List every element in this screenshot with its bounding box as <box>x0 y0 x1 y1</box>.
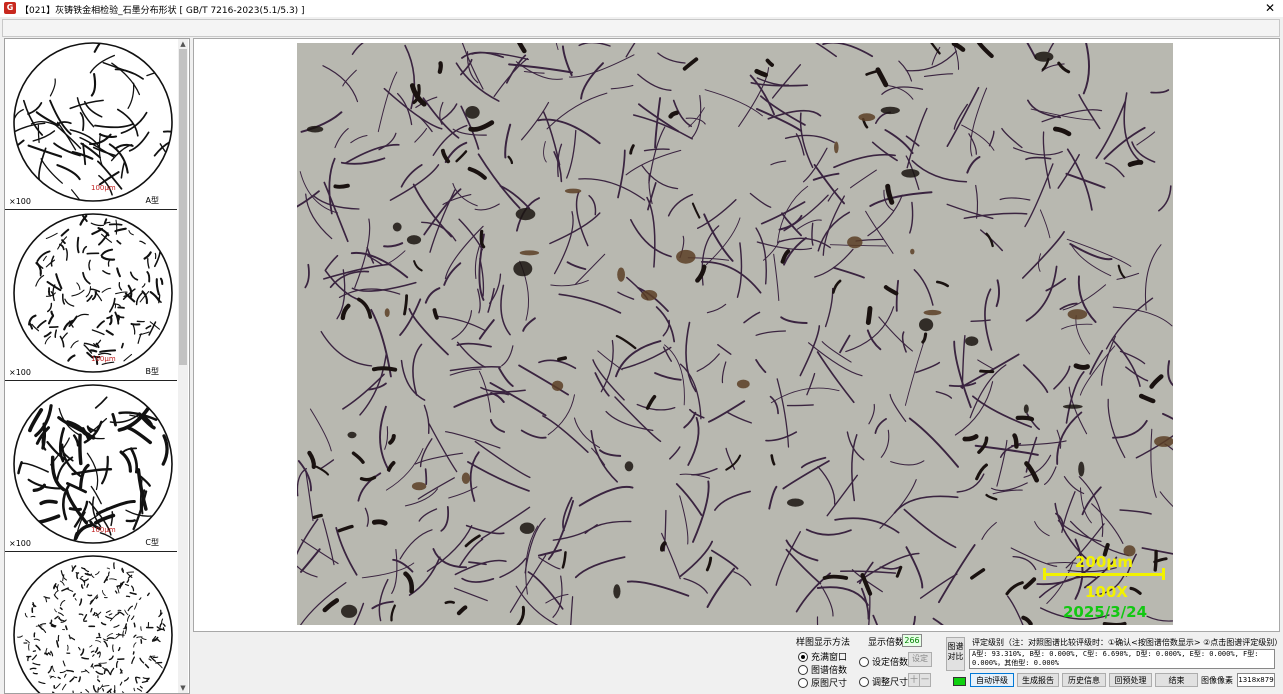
history-info-button[interactable]: 历史信息 <box>1062 673 1106 687</box>
radio-label: 充满窗口 <box>811 653 848 663</box>
atlas-compare-button[interactable]: 图谱对比 <box>946 637 965 671</box>
image-pixels-value: 1318x879 <box>1237 673 1275 687</box>
atlas-thumbnail-b[interactable]: 100μm ×100 B型 <box>5 210 177 381</box>
radio-fill-window[interactable]: 充满窗口 <box>798 650 847 663</box>
scrollbar-thumb[interactable] <box>179 49 187 365</box>
atlas-thumbnail-c[interactable]: 100μm ×100 C型 <box>5 381 177 552</box>
radio-original-size[interactable]: 原图尺寸 <box>798 676 847 689</box>
grading-result-line-2: 0.000%，其他型: 0.000% <box>972 659 1060 667</box>
thumbnail-scale: 100μm <box>91 355 116 363</box>
radio-label: 调整尺寸 <box>872 678 909 688</box>
radio-atlas-magnification[interactable]: 图谱倍数 <box>798 663 847 676</box>
thumbnail-magnification: ×100 <box>9 368 31 377</box>
radio-adjust-size[interactable]: 调整尺寸 <box>859 675 908 688</box>
radio-label: 设定倍数 <box>872 658 909 668</box>
set-magnification-button[interactable]: 设定 <box>908 652 932 667</box>
status-led <box>953 677 966 686</box>
radio-indicator[interactable] <box>798 651 808 662</box>
radio-indicator[interactable] <box>859 656 869 667</box>
radio-indicator[interactable] <box>798 664 808 675</box>
thumbnail-scale: 100μm <box>91 184 116 192</box>
magnification-value: 266 <box>902 634 922 647</box>
radio-indicator[interactable] <box>859 676 869 687</box>
scale-bar-left-tick <box>1043 568 1046 580</box>
thumbnail-scale: 100μm <box>91 526 116 534</box>
date-overlay: 2025/3/24 <box>1063 603 1148 621</box>
radio-label: 原图尺寸 <box>811 679 848 689</box>
image-pixels-label: 图像像素 <box>1201 676 1233 685</box>
grading-result-line-1: A型: 93.310%, B型: 0.000%, C型: 6.690%, D型:… <box>972 650 1259 658</box>
micrograph-image[interactable]: 200μm 100X 2025/3/24 <box>297 43 1173 625</box>
finish-button[interactable]: 结束 <box>1155 673 1198 687</box>
thumbnail-type-label: A型 <box>145 196 159 205</box>
radio-set-magnification[interactable]: 设定倍数 <box>859 655 908 668</box>
decrease-size-button[interactable]: 一 <box>919 673 931 687</box>
back-to-preprocess-button[interactable]: 回预处理 <box>1109 673 1152 687</box>
display-magnification-title: 显示倍数 <box>868 638 905 648</box>
radio-label: 图谱倍数 <box>811 666 848 676</box>
thumbnail-type-label: B型 <box>145 367 160 376</box>
thumbnail-image <box>13 555 173 693</box>
radio-indicator[interactable] <box>798 677 808 688</box>
window-title: 【021】灰铸铁金相检验_石墨分布形状 [ GB/T 7216-2023(5.1… <box>20 6 305 16</box>
close-button[interactable]: ✕ <box>1259 0 1281 17</box>
scale-bar-label: 200μm <box>1075 553 1133 571</box>
scroll-down-icon[interactable]: ▼ <box>178 683 188 693</box>
atlas-panel: 100μm ×100 A型 100μm ×100 B型 100μm ×100 C… <box>4 38 190 694</box>
app-logo-icon: G <box>4 2 16 14</box>
thumbnail-magnification: ×100 <box>9 197 31 206</box>
generate-report-button[interactable]: 生成报告 <box>1017 673 1059 687</box>
atlas-compare-label: 图谱对比 <box>947 642 964 661</box>
atlas-thumbnail-a[interactable]: 100μm ×100 A型 <box>5 39 177 210</box>
scroll-up-icon[interactable]: ▲ <box>178 39 188 49</box>
toolbar-strip <box>2 19 1280 37</box>
atlas-scrollbar[interactable]: ▲ ▼ <box>178 39 188 693</box>
thumbnail-magnification: ×100 <box>9 539 31 548</box>
atlas-thumbnail-d[interactable] <box>5 552 177 693</box>
micrograph-render <box>297 43 1173 625</box>
title-bar: G 【021】灰铸铁金相检验_石墨分布形状 [ GB/T 7216-2023(5… <box>0 0 1283 17</box>
scale-bar <box>1044 573 1164 576</box>
grading-result-box: A型: 93.310%, B型: 0.000%, C型: 6.690%, D型:… <box>969 649 1275 669</box>
scale-bar-right-tick <box>1162 568 1165 580</box>
grading-label: 评定级别（注：对照图谱比较评级时：①确认<按图谱倍数显示> ②点击图谱评定级别） <box>972 638 1283 647</box>
auto-grade-button[interactable]: 自动评级 <box>970 673 1014 687</box>
thumbnail-type-label: C型 <box>145 538 159 547</box>
display-method-title: 样图显示方法 <box>796 638 851 648</box>
magnification-overlay: 100X <box>1085 583 1128 601</box>
